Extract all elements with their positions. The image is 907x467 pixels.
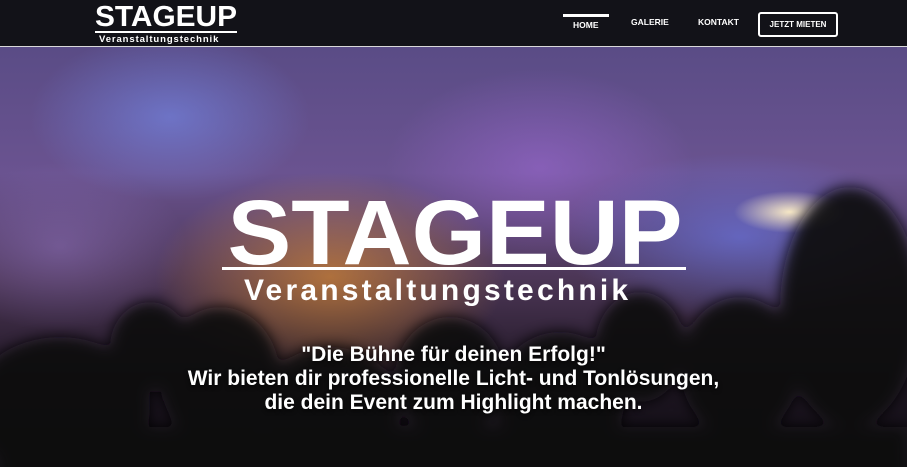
hero-logo: STAGEUP — [220, 182, 690, 277]
tagline-line: Wir bieten dir professionelle Licht- und… — [187, 367, 720, 390]
rent-now-button[interactable]: JETZT MIETEN — [758, 12, 838, 37]
nav-kontakt[interactable]: KONTAKT — [698, 17, 739, 27]
svg-text:STAGEUP: STAGEUP — [228, 182, 683, 277]
tagline-line: die dein Event zum Highlight machen. — [264, 391, 643, 414]
header-logo[interactable]: STAGEUP Veranstaltungstechnik — [93, 3, 239, 45]
header-logo-rule — [95, 31, 237, 33]
nav-home[interactable]: HOME — [563, 14, 608, 30]
nav-galerie[interactable]: GALERIE — [631, 17, 669, 27]
site-header: STAGEUP Veranstaltungstechnik HOME GALER… — [0, 0, 907, 47]
hero-section: STAGEUP Veranstaltungstechnik "Die Bühne… — [0, 47, 907, 467]
tagline-line: "Die Bühne für deinen Erfolg!" — [301, 343, 606, 366]
header-logo-subtitle: Veranstaltungstechnik — [99, 34, 220, 45]
hero-logo-subtitle: Veranstaltungstechnik — [244, 274, 632, 307]
hero-logo-rule — [222, 267, 686, 270]
svg-text:STAGEUP: STAGEUP — [95, 3, 237, 29]
hero-logo-wordmark: STAGEUP — [228, 182, 683, 277]
hero-tagline: "Die Bühne für deinen Erfolg!" Wir biete… — [0, 343, 907, 415]
header-logo-wordmark: STAGEUP — [95, 3, 237, 29]
